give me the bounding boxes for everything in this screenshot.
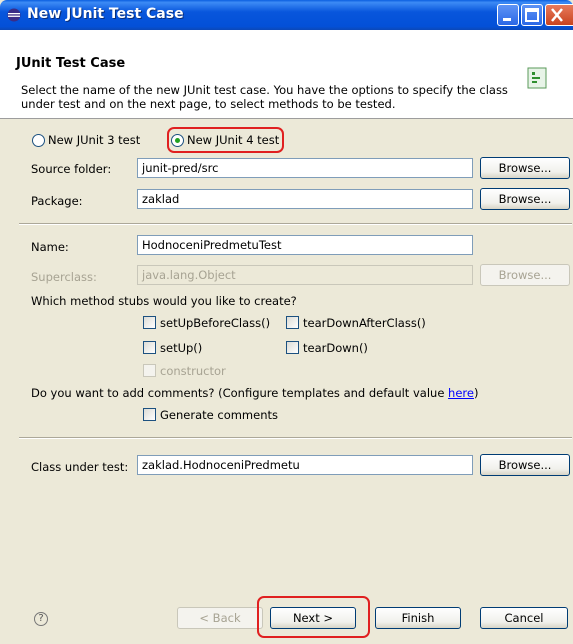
stubs-question: Which method stubs would you like to cre… — [31, 294, 297, 308]
source-folder-field[interactable]: junit-pred/src — [137, 158, 473, 178]
teardownafterclass-checkbox[interactable] — [286, 316, 299, 329]
maximize-button[interactable] — [521, 4, 543, 26]
junit4-highlight — [167, 127, 284, 153]
finish-button[interactable]: Finish — [375, 607, 461, 629]
eclipse-icon — [7, 8, 21, 22]
superclass-browse-button: Browse... — [480, 264, 570, 286]
separator-2 — [19, 437, 572, 439]
generate-comments-label: Generate comments — [160, 408, 278, 422]
name-label: Name: — [31, 240, 69, 254]
comments-question-text: Do you want to add comments? (Configure … — [31, 386, 449, 400]
junit3-label: New JUnit 3 test — [48, 133, 141, 147]
minimize-icon — [503, 18, 511, 21]
setup-checkbox[interactable] — [143, 341, 156, 354]
class-under-test-browse-button[interactable]: Browse... — [480, 454, 570, 476]
class-under-test-field[interactable]: zaklad.HodnoceniPredmetu — [137, 455, 473, 475]
generate-comments-checkbox[interactable] — [143, 408, 156, 421]
setupbeforeclass-label: setUpBeforeClass() — [160, 316, 271, 330]
configure-templates-link[interactable]: here — [448, 386, 474, 400]
teardown-checkbox[interactable] — [286, 341, 299, 354]
next-highlight — [257, 596, 370, 638]
constructor-label: constructor — [160, 364, 226, 378]
superclass-label: Superclass: — [31, 270, 97, 284]
class-under-test-label: Class under test: — [31, 460, 129, 474]
minimize-button[interactable] — [497, 4, 519, 26]
window-title: New JUnit Test Case — [27, 6, 184, 22]
package-browse-button[interactable]: Browse... — [480, 188, 570, 210]
setupbeforeclass-checkbox[interactable] — [143, 316, 156, 329]
source-folder-label: Source folder: — [31, 162, 112, 176]
comments-question-close: ) — [473, 386, 479, 400]
superclass-field: java.lang.Object — [137, 265, 473, 285]
comments-question: Do you want to add comments? (Configure … — [31, 386, 478, 400]
separator-1 — [19, 223, 572, 225]
help-icon[interactable]: ? — [34, 612, 48, 626]
cancel-button[interactable]: Cancel — [480, 607, 568, 629]
close-button[interactable] — [545, 4, 573, 26]
package-field[interactable]: zaklad — [137, 189, 473, 209]
page-description: Select the name of the new JUnit test ca… — [21, 83, 508, 111]
back-button: < Back — [177, 607, 263, 629]
teardownafterclass-label: tearDownAfterClass() — [303, 316, 426, 330]
junit3-radio[interactable] — [32, 134, 45, 147]
junit-logo-icon — [527, 67, 547, 89]
name-field[interactable]: HodnoceniPredmetuTest — [137, 235, 473, 255]
package-label: Package: — [31, 194, 83, 208]
dialog-window: New JUnit Test Case JUnit Test Case Sele… — [0, 0, 573, 644]
setup-label: setUp() — [160, 341, 203, 355]
page-title: JUnit Test Case — [16, 56, 126, 71]
title-bar[interactable]: New JUnit Test Case — [0, 0, 573, 30]
source-folder-browse-button[interactable]: Browse... — [480, 157, 570, 179]
teardown-label: tearDown() — [303, 341, 368, 355]
close-icon — [551, 8, 563, 22]
constructor-checkbox — [143, 364, 156, 377]
maximize-icon — [525, 8, 539, 22]
